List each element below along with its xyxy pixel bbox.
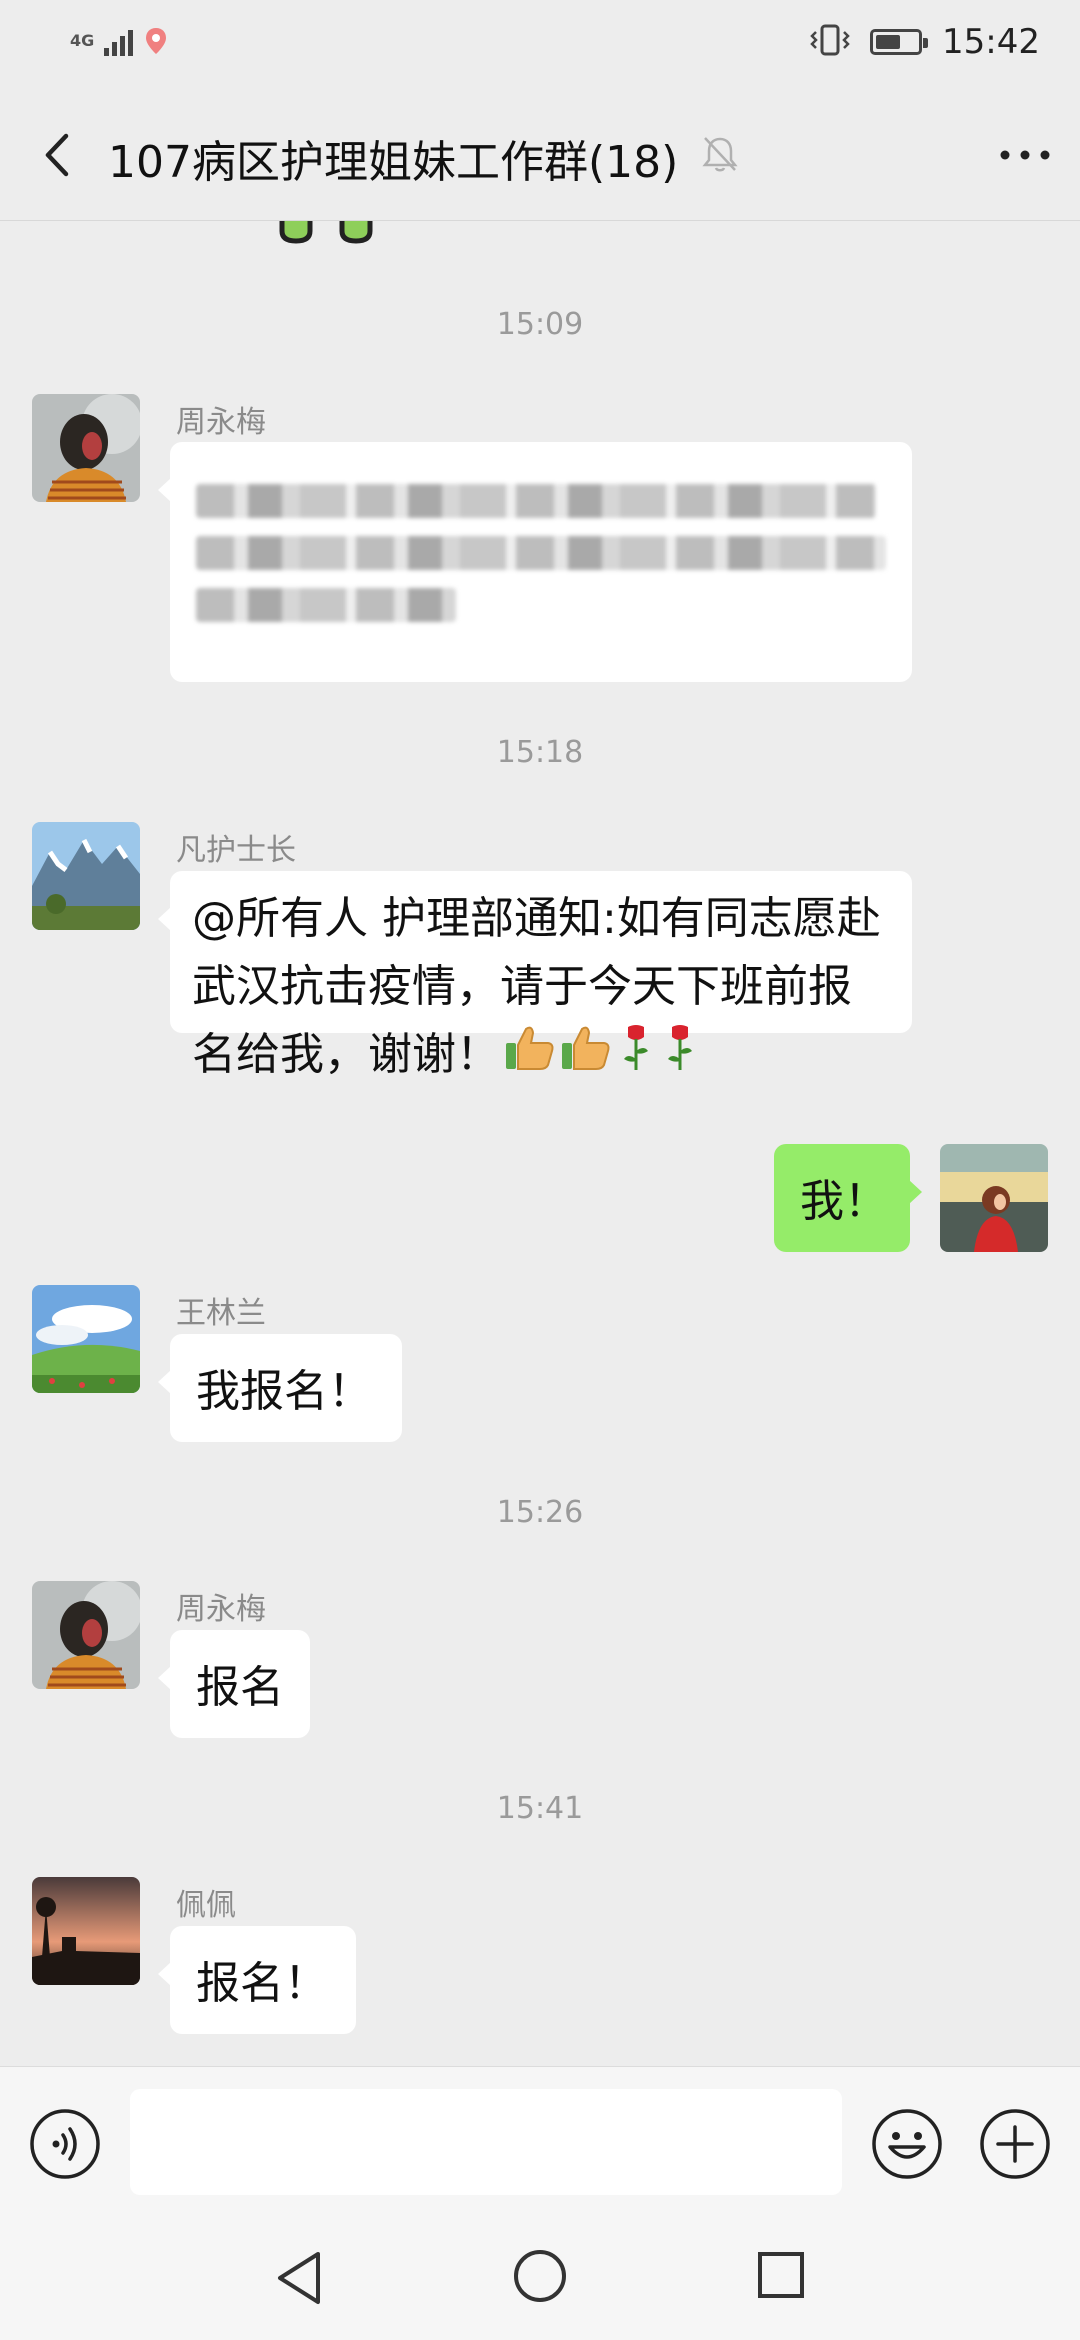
avatar[interactable]	[32, 394, 140, 502]
avatar[interactable]	[32, 1285, 140, 1393]
message-bubble-redacted[interactable]	[158, 442, 912, 682]
thumbs-up-emoji-icon	[560, 1023, 612, 1091]
more-options-button[interactable]	[990, 120, 1060, 190]
system-navigation-bar	[0, 2214, 1080, 2340]
chat-header: 107病区护理姐妹工作群(18)	[0, 90, 1080, 221]
nav-home-button[interactable]	[512, 2248, 568, 2304]
mute-bell-icon	[700, 134, 740, 174]
back-button[interactable]	[24, 120, 94, 190]
sender-name: 周永梅	[176, 1592, 266, 1627]
nav-back-icon	[278, 2252, 320, 2304]
status-right: 15:42	[810, 22, 1040, 62]
chat-message-list[interactable]: 15:09 周永梅 15:18 凡护士长 @所有人 护理部通知:如有同志愿赴武汉…	[0, 221, 1080, 2066]
message-text: 我！	[800, 1176, 888, 1227]
emoji-icon	[872, 2109, 942, 2179]
network-type: 4G	[70, 31, 95, 50]
timestamp: 15:41	[496, 1791, 584, 1826]
more-dots-icon	[1000, 150, 1050, 160]
message-text: 我报名！	[196, 1366, 372, 1417]
avatar[interactable]	[32, 1581, 140, 1689]
message-text: 报名	[196, 1662, 284, 1713]
nav-recent-icon	[758, 2252, 804, 2298]
sticker-fragment	[278, 221, 388, 245]
vibrate-icon	[810, 24, 850, 60]
status-left: 4G	[70, 26, 167, 56]
thumbs-up-emoji-icon	[504, 1023, 556, 1091]
message-input-bar	[0, 2066, 1080, 2215]
sender-name: 凡护士长	[176, 833, 296, 868]
emoji-button[interactable]	[870, 2107, 944, 2181]
message-text: 报名！	[196, 1958, 328, 2009]
avatar[interactable]	[32, 822, 140, 930]
sender-name: 王林兰	[176, 1296, 266, 1331]
avatar[interactable]	[32, 1877, 140, 1985]
battery-icon	[870, 29, 929, 55]
sender-name: 周永梅	[176, 405, 266, 440]
sender-name: 佩佩	[176, 1888, 236, 1923]
voice-input-button[interactable]	[28, 2107, 102, 2181]
message-bubble[interactable]: 报名！	[158, 1926, 356, 2034]
redacted-text-line	[196, 484, 876, 518]
timestamp: 15:18	[496, 735, 584, 770]
message-input[interactable]	[130, 2089, 842, 2195]
redacted-text-line	[196, 536, 886, 570]
signal-icon	[104, 26, 133, 56]
timestamp: 15:09	[496, 307, 584, 342]
rose-emoji-icon	[616, 1023, 656, 1091]
my-message-bubble[interactable]: 我！	[774, 1144, 922, 1252]
message-bubble[interactable]: 报名	[158, 1630, 310, 1738]
status-time: 15:42	[942, 22, 1040, 62]
message-bubble[interactable]: @所有人 护理部通知:如有同志愿赴武汉抗击疫情，请于今天下班前报名给我，谢谢！	[158, 871, 912, 1080]
chat-title: 107病区护理姐妹工作群(18)	[108, 137, 679, 188]
my-avatar[interactable]	[940, 1144, 1048, 1252]
rose-emoji-icon	[660, 1023, 700, 1091]
voice-icon	[30, 2109, 100, 2179]
nav-home-icon	[514, 2250, 566, 2302]
back-arrow-icon	[45, 133, 69, 177]
message-bubble[interactable]: 我报名！	[158, 1334, 402, 1442]
redacted-text-line	[196, 588, 456, 622]
more-functions-button[interactable]	[978, 2107, 1052, 2181]
location-notification-icon	[145, 27, 167, 55]
status-bar: 4G 15:42	[0, 0, 1080, 90]
timestamp: 15:26	[496, 1495, 584, 1530]
plus-icon	[980, 2109, 1050, 2179]
nav-back-button[interactable]	[272, 2248, 328, 2308]
nav-recent-apps-button[interactable]	[756, 2250, 806, 2300]
